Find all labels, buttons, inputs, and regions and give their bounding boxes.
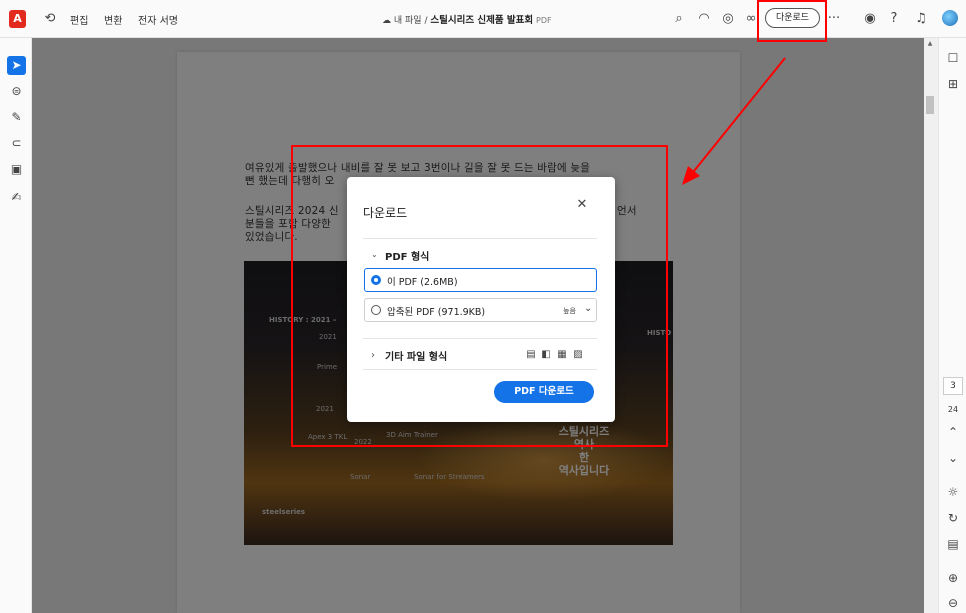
previous-page-icon[interactable]: ⌃	[945, 424, 961, 440]
more-options-icon[interactable]: ···	[826, 11, 842, 27]
help-icon[interactable]: ?	[886, 11, 902, 27]
avatar[interactable]	[942, 10, 958, 26]
menu-edit[interactable]: 편집	[70, 12, 88, 27]
menu-e-sign[interactable]: 전자 서명	[138, 12, 178, 27]
text-box-icon[interactable]: ▣	[7, 160, 26, 179]
document-type: PDF	[536, 16, 552, 25]
bell-icon[interactable]: ♫	[913, 11, 929, 27]
headphones-icon[interactable]: ◠	[696, 11, 712, 27]
lasso-icon[interactable]: ⊂	[7, 134, 26, 153]
check-circle-icon[interactable]: ◉	[862, 11, 878, 27]
menu-convert[interactable]: 변환	[104, 12, 122, 27]
share-user-icon[interactable]: ◎	[720, 11, 736, 27]
scrollbar-thumb[interactable]	[926, 96, 934, 114]
history-icon[interactable]: ⟲	[42, 11, 58, 27]
zoom-in-icon[interactable]: ⊕	[945, 570, 961, 586]
comment-icon[interactable]: ⊜	[7, 82, 26, 101]
total-pages: 24	[947, 405, 959, 414]
current-page-input[interactable]: 3	[943, 377, 963, 395]
annotation-box-download	[757, 0, 827, 42]
brightness-icon[interactable]: ☼	[945, 484, 961, 500]
right-rail: ☐ ⊞ 3 24 ⌃ ⌄ ☼ ↻ ▤ ⊕ ⊖	[938, 38, 966, 613]
cloud-icon: ☁	[382, 16, 391, 26]
search-icon[interactable]: ⌕	[671, 11, 687, 27]
document-title[interactable]: 스틸시리즈 신제품 발표회	[430, 15, 533, 26]
select-cursor-icon[interactable]: ➤	[7, 56, 26, 75]
pen-icon[interactable]: ✎	[7, 108, 26, 127]
acrobat-logo[interactable]: A	[9, 10, 26, 28]
comments-panel-icon[interactable]: ☐	[945, 50, 961, 66]
rotate-icon[interactable]: ↻	[945, 510, 961, 526]
left-tool-rail: ➤ ⊜ ✎ ⊂ ▣ ✍	[0, 38, 32, 613]
fill-sign-icon[interactable]: ✍	[7, 188, 26, 207]
annotation-box-dialog	[291, 145, 668, 447]
zoom-out-icon[interactable]: ⊖	[945, 595, 961, 611]
next-page-icon[interactable]: ⌄	[945, 450, 961, 466]
breadcrumb-separator: /	[424, 16, 428, 26]
scroll-up-icon[interactable]: ▲	[924, 40, 936, 50]
breadcrumb-root[interactable]: 내 파일	[394, 16, 422, 26]
scrollbar-track[interactable]	[924, 38, 936, 613]
thumbnails-icon[interactable]: ⊞	[945, 76, 961, 92]
document-title-area: ☁ 내 파일 / 스틸시리즈 신제품 발표회 PDF	[382, 12, 552, 26]
page-tools-icon[interactable]: ▤	[945, 536, 961, 552]
